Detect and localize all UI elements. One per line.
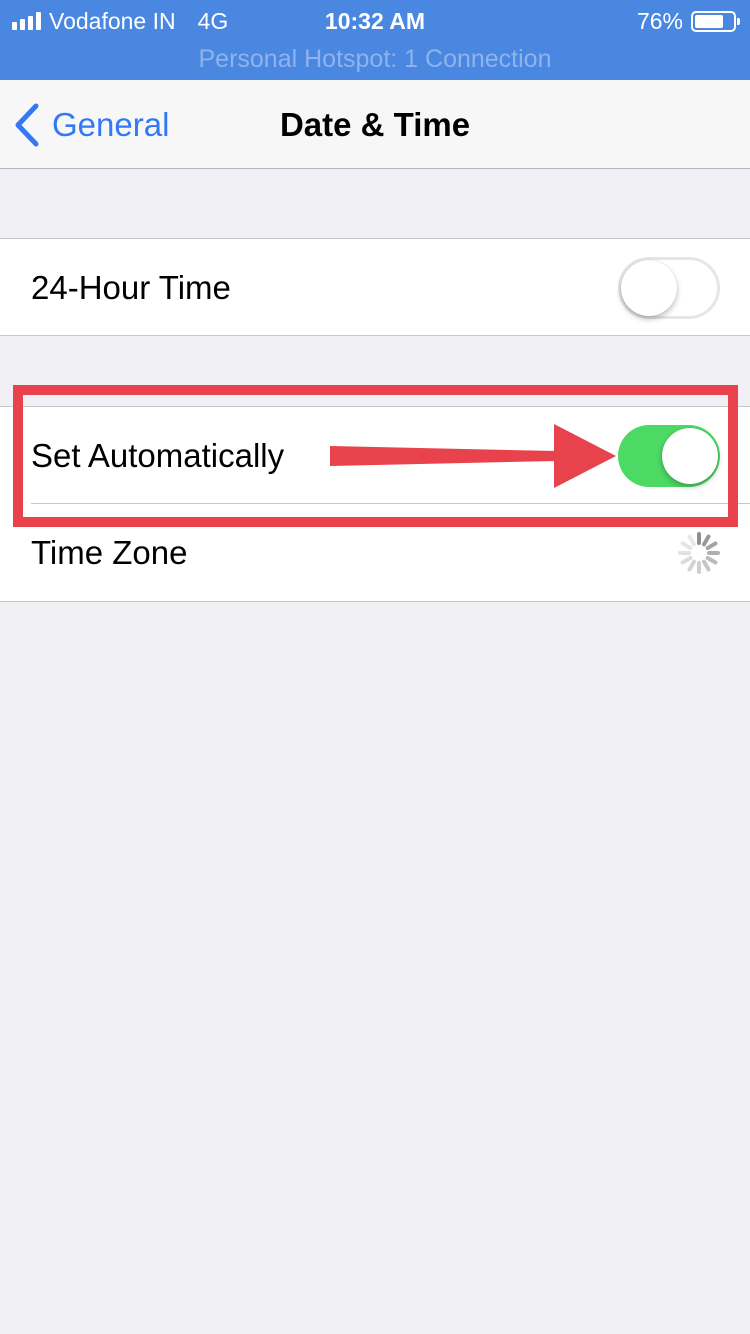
spinner-icon <box>678 532 720 574</box>
auto-time-group: Set Automatically Time Zone <box>0 406 750 602</box>
status-left: Vodafone IN 4G <box>12 6 228 36</box>
set-automatically-label: Set Automatically <box>31 437 285 474</box>
set-automatically-row: Set Automatically <box>0 407 750 504</box>
navigation-bar: General Date & Time <box>0 80 750 169</box>
time-zone-label: Time Zone <box>31 534 188 571</box>
time-format-group: 24-Hour Time <box>0 238 750 336</box>
chevron-left-icon <box>15 103 39 146</box>
hour24-row: 24-Hour Time <box>0 239 750 336</box>
battery-icon <box>691 10 740 32</box>
battery-percent: 76% <box>636 7 683 34</box>
network-type: 4G <box>197 7 229 34</box>
toggle-knob <box>621 260 677 316</box>
status-bar: Vodafone IN 4G 10:32 AM 76% Personal Hot… <box>0 0 750 80</box>
back-label: General <box>52 105 170 143</box>
battery-fill <box>695 14 723 28</box>
hotspot-banner[interactable]: Personal Hotspot: 1 Connection <box>0 40 750 78</box>
hour24-toggle[interactable] <box>618 257 720 319</box>
carrier-name: Vodafone IN <box>49 7 176 34</box>
battery-tip <box>737 17 740 25</box>
cellular-signal-icon <box>12 12 41 30</box>
hour24-label: 24-Hour Time <box>31 269 231 306</box>
status-right: 76% <box>636 6 740 36</box>
back-button[interactable]: General <box>14 80 169 169</box>
screen: Vodafone IN 4G 10:32 AM 76% Personal Hot… <box>0 0 750 1334</box>
set-automatically-toggle[interactable] <box>618 425 720 487</box>
toggle-knob <box>662 428 718 484</box>
time-zone-row[interactable]: Time Zone <box>0 504 750 601</box>
